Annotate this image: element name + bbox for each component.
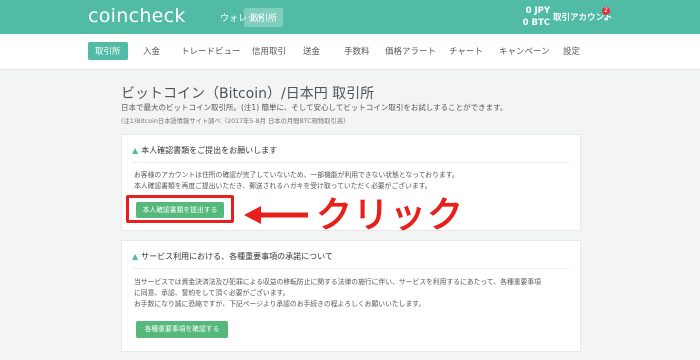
click-annotation: クリック bbox=[316, 195, 465, 236]
divider bbox=[132, 162, 570, 163]
subnav-item-chart[interactable]: チャート bbox=[449, 45, 483, 57]
card-text: に同意、承認、誓約をして頂く必要がございます。 bbox=[134, 289, 290, 297]
balance-display: 0 JPY 0 BTC bbox=[523, 5, 550, 29]
warning-icon: ▲ bbox=[132, 146, 139, 155]
subnav-item-settings[interactable]: 設定 bbox=[563, 45, 580, 57]
confirm-terms-button[interactable]: 各種重要事項を確認する bbox=[136, 321, 228, 338]
top-header: coincheck ウォレット 取引所 0 JPY 0 BTC 取引アカウント … bbox=[0, 0, 700, 34]
btc-balance: 0 BTC bbox=[522, 18, 550, 28]
subnav-item-deposit[interactable]: 入金 bbox=[143, 45, 160, 57]
card-text: 当サービスでは資金決済法及び犯罪による収益の移転防止に関する法律の施行に伴い、サ… bbox=[134, 278, 541, 286]
warning-icon: ▲ bbox=[132, 252, 139, 261]
subnav-item-price-alert[interactable]: 価格アラート bbox=[385, 45, 436, 57]
divider bbox=[132, 268, 570, 269]
highlight-box bbox=[126, 195, 234, 223]
page-footnote: (注1)Bitcoin日本語情報サイト調べ（2017年5-8月 日本の月間BTC… bbox=[121, 118, 350, 125]
nav-exchange[interactable]: 取引所 bbox=[244, 8, 284, 27]
notification-badge: 2 bbox=[602, 7, 610, 15]
card-title: サービス利用における、各種重要事項の承諾について bbox=[141, 252, 333, 261]
left-arrow-icon bbox=[244, 206, 308, 224]
chevron-down-icon[interactable]: ▾ bbox=[604, 16, 607, 23]
important-terms-card: ▲ サービス利用における、各種重要事項の承諾について 当サービスでは資金決済法及び… bbox=[121, 240, 581, 352]
subnav-item-send[interactable]: 送金 bbox=[303, 45, 320, 57]
subnav-item-exchange[interactable]: 取引所 bbox=[88, 42, 128, 60]
card-text: お手数になり誠に恐縮ですが、下記ページより承認のお手続きの程よろしくお願いいたし… bbox=[134, 300, 426, 308]
subnav-item-campaign[interactable]: キャンペーン bbox=[499, 45, 550, 57]
page-description: 日本で最大のビットコイン取引所。(注1) 簡単に、そして安心してビットコイン取引… bbox=[121, 103, 508, 112]
subnav-item-fees[interactable]: 手数料 bbox=[344, 45, 370, 57]
card-heading: ▲ サービス利用における、各種重要事項の承諾について bbox=[132, 251, 333, 262]
coincheck-logo[interactable]: coincheck bbox=[88, 5, 186, 27]
page-title: ビットコイン（Bitcoin）/日本円 取引所 bbox=[121, 86, 375, 102]
subnav-item-tradeview[interactable]: トレードビュー bbox=[181, 45, 241, 57]
card-heading: ▲ 本人確認書類をご提出をお願いします bbox=[132, 145, 277, 156]
jpy-balance: 0 JPY bbox=[525, 6, 550, 16]
subnav-item-margin[interactable]: 信用取引 bbox=[252, 45, 286, 57]
sub-navigation: 取引所 入金 トレードビュー 信用取引 送金 手数料 価格アラート チャート キ… bbox=[0, 34, 700, 70]
card-title: 本人確認書類をご提出をお願いします bbox=[141, 146, 278, 155]
card-text: お客様のアカウントは住所の確認が完了していないため、一部機能が利用できない状態と… bbox=[134, 171, 459, 179]
